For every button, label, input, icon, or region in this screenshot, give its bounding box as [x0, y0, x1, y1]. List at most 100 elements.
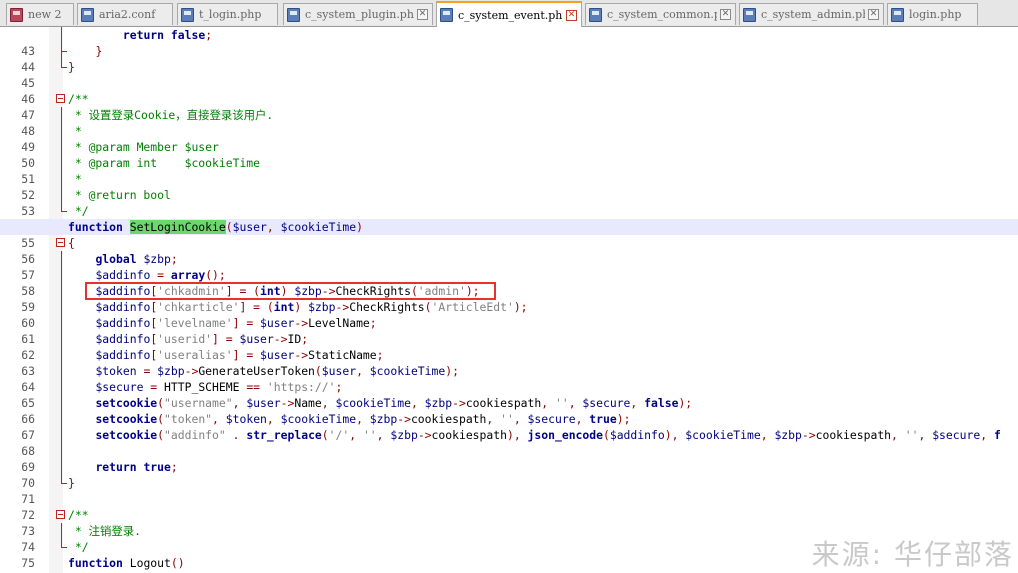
punct: () [170, 556, 185, 570]
punct: -> [273, 332, 288, 346]
code-line-47[interactable]: 47 /** [0, 91, 1018, 122]
variable: $addinfo [95, 316, 151, 330]
code-line-71[interactable]: 71 } [0, 475, 1018, 506]
code-line-50[interactable]: 50 * @param Member $user [0, 139, 1018, 170]
punct: . [225, 428, 247, 442]
comment: /** [68, 508, 89, 522]
code-line-65[interactable]: 65 $secure = HTTP_SCHEME == 'https://'; [0, 379, 1018, 410]
property: Name [294, 396, 322, 410]
builtin-function: str_replace [246, 428, 322, 442]
close-tab-icon[interactable]: ✕ [566, 9, 577, 21]
tab-t-login-php[interactable]: t_login.php [177, 3, 278, 25]
string: "addinfo" [164, 428, 226, 442]
method-name: CheckRights [349, 300, 425, 314]
code-line-48[interactable]: 48 * 设置登录Cookie，直接登录该用户. [0, 107, 1018, 138]
method-name: GenerateUserToken [198, 364, 315, 378]
code-line-57[interactable]: 57 global $zbp; [0, 251, 1018, 282]
code-editor[interactable]: 43 return false; 44 } 45 } 46 47 /** 48 … [0, 27, 1018, 573]
punct: ; [301, 332, 309, 346]
code-line-68[interactable]: 68 setcookie("addinfo" . str_replace('/'… [0, 427, 1018, 458]
code-line-67[interactable]: 67 setcookie("token", $token, $cookieTim… [0, 411, 1018, 442]
punct: -> [397, 412, 411, 426]
code-line-49[interactable]: 49 * [0, 123, 1018, 154]
variable: $cookieTime [335, 396, 411, 410]
code-line-43[interactable]: 43 return false; [0, 27, 1018, 58]
comment: /** [68, 92, 89, 106]
variable: $addinfo [95, 300, 151, 314]
tab-login-php[interactable]: login.php [887, 3, 978, 25]
fold-end [55, 59, 69, 75]
close-tab-icon[interactable]: ✕ [720, 9, 731, 20]
fold-toggle-icon[interactable] [55, 507, 69, 523]
code-line-62[interactable]: 62 $addinfo['userid'] = $user->ID; [0, 331, 1018, 362]
code-line-66[interactable]: 66 setcookie("username", $user->Name, $c… [0, 395, 1018, 426]
punct: = [136, 364, 158, 378]
keyword: true [143, 460, 171, 474]
code-line-51[interactable]: 51 * @param int $cookieTime [0, 155, 1018, 186]
keyword: false [170, 28, 206, 42]
code-line-63[interactable]: 63 $addinfo['useralias'] = $user->Static… [0, 347, 1018, 378]
variable: $zbp [390, 428, 418, 442]
fold-line [55, 299, 69, 315]
keyword: return [95, 460, 137, 474]
close-tab-icon[interactable]: ✕ [868, 9, 879, 20]
variable: $cookieTime [685, 428, 761, 442]
variable: $zbp [143, 252, 171, 266]
string: '/' [328, 428, 350, 442]
code-line-72[interactable]: 72 [0, 491, 1018, 522]
fold-toggle-icon[interactable] [55, 91, 69, 107]
punct: ), [664, 428, 686, 442]
code-line-60[interactable]: 60 $addinfo['chkarticle'] = (int) $zbp->… [0, 299, 1018, 330]
variable: $cookieTime [280, 220, 357, 234]
fold-line [55, 427, 69, 443]
fold-line [55, 363, 69, 379]
fold-toggle-icon[interactable] [55, 235, 69, 251]
code-line-53[interactable]: 53 * @return bool [0, 187, 1018, 218]
string: 'userid' [157, 332, 213, 346]
variable: $token [95, 364, 137, 378]
punct: , [266, 412, 281, 426]
constant: HTTP_SCHEME [164, 380, 240, 394]
comment: * [68, 124, 82, 138]
keyword: true [589, 412, 617, 426]
function-name-highlight: SetLoginCookie [129, 220, 226, 234]
comment: * @param Member $user [68, 140, 219, 154]
punct: ; [376, 348, 384, 362]
unsaved-file-icon [10, 7, 23, 22]
code-line-44[interactable]: 44 } [0, 43, 1018, 74]
punct: ; [170, 460, 178, 474]
code-line-55[interactable]: 55 function SetLoginCookie($user, $cooki… [0, 219, 1018, 250]
fold-line [55, 155, 69, 171]
punct: , [376, 428, 391, 442]
punct: , [232, 396, 247, 410]
punct: ), [506, 428, 528, 442]
tab-c-system-event-php[interactable]: c_system_event.php ✕ [436, 1, 582, 27]
punct: ( [321, 428, 329, 442]
code-line-45[interactable]: 45 } [0, 59, 1018, 90]
tab-c-system-admin-php[interactable]: c_system_admin.php ✕ [739, 3, 884, 25]
code-line-46[interactable]: 46 [0, 75, 1018, 106]
tab-new-2[interactable]: new 2 [6, 3, 74, 25]
tab-c-system-common-php[interactable]: c_system_common.php ✕ [585, 3, 736, 25]
close-tab-icon[interactable]: ✕ [417, 9, 428, 20]
property: StaticName [308, 348, 377, 362]
code-line-61[interactable]: 61 $addinfo['levelname'] = $user->LevelN… [0, 315, 1018, 346]
code-line-54[interactable]: 54 */ [0, 203, 1018, 234]
code-line-70[interactable]: 70 return true; [0, 459, 1018, 490]
fold-end [55, 539, 69, 555]
tab-aria2-conf[interactable]: aria2.conf [77, 3, 173, 25]
code-line-64[interactable]: 64 $token = $zbp->GenerateUserToken($use… [0, 363, 1018, 394]
code-line-52[interactable]: 52 * [0, 171, 1018, 202]
code-line-58[interactable]: 58 $addinfo = array(); [0, 267, 1018, 298]
tab-c-system-plugin-php[interactable]: c_system_plugin.php ✕ [283, 3, 433, 25]
code-line-69[interactable]: 69 [0, 443, 1018, 474]
punct: ] = [212, 332, 240, 346]
variable: $user [246, 396, 281, 410]
code-line-73[interactable]: 73 /** [0, 507, 1018, 538]
code-line-56[interactable]: 56 { [0, 235, 1018, 266]
keyword: array [170, 268, 206, 282]
variable: $zbp [157, 364, 185, 378]
punct: ( [424, 300, 432, 314]
tab-label: new 2 [28, 8, 62, 21]
punct: , [630, 396, 645, 410]
